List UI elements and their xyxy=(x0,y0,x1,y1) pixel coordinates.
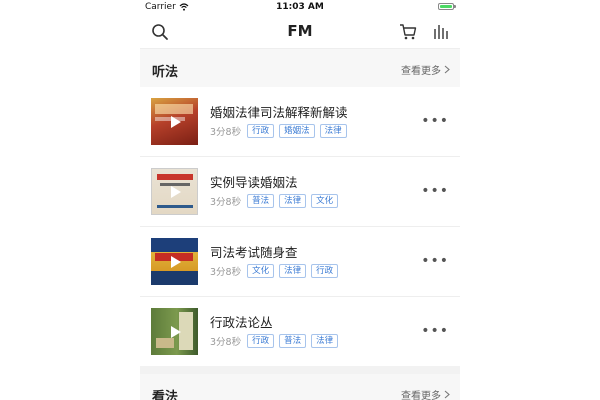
tag[interactable]: 行政 xyxy=(311,264,339,278)
tag[interactable]: 普法 xyxy=(279,334,307,348)
item-title: 实例导读婚姻法 xyxy=(210,175,298,190)
tag[interactable]: 法律 xyxy=(311,334,339,348)
duration-label: 3分8秒 xyxy=(210,337,242,348)
battery-icon xyxy=(438,3,456,10)
item-meta: 3分8秒 行政 婚姻法 法律 xyxy=(210,124,347,138)
list-item[interactable]: 婚姻法律司法解释新解读 3分8秒 行政 婚姻法 法律 ••• xyxy=(140,87,460,157)
more-options-icon[interactable]: ••• xyxy=(421,184,449,198)
view-more-label: 查看更多 xyxy=(401,391,441,400)
section-divider xyxy=(140,366,460,374)
chevron-right-icon xyxy=(444,390,450,399)
status-bar: Carrier 11:03 AM xyxy=(140,0,460,14)
book-cover-image[interactable] xyxy=(151,168,198,215)
tag[interactable]: 法律 xyxy=(279,194,307,208)
more-options-icon[interactable]: ••• xyxy=(421,114,449,128)
item-meta: 3分8秒 普法 法律 文化 xyxy=(210,194,339,208)
play-icon xyxy=(170,255,181,268)
more-options-icon[interactable]: ••• xyxy=(421,324,449,338)
duration-label: 3分8秒 xyxy=(210,127,242,138)
section-title: 听法 xyxy=(152,65,179,80)
phone-screen: Carrier 11:03 AM FM 听法 查看更多 婚姻法律司法解释新解读 … xyxy=(140,0,460,400)
section-header-view: 看法 查看更多 xyxy=(140,374,460,400)
item-title: 司法考试随身查 xyxy=(210,245,298,260)
view-more-link[interactable]: 查看更多 xyxy=(401,62,450,77)
bar-chart-icon[interactable] xyxy=(432,23,450,41)
more-options-icon[interactable]: ••• xyxy=(421,254,449,268)
item-meta: 3分8秒 文化 法律 行政 xyxy=(210,264,339,278)
list-item[interactable]: 司法考试随身查 3分8秒 文化 法律 行政 ••• xyxy=(140,227,460,297)
list-item[interactable]: 实例导读婚姻法 3分8秒 普法 法律 文化 ••• xyxy=(140,157,460,227)
duration-label: 3分8秒 xyxy=(210,197,242,208)
list-item[interactable]: 行政法论丛 3分8秒 行政 普法 法律 ••• xyxy=(140,297,460,366)
tag[interactable]: 法律 xyxy=(319,124,347,138)
tag[interactable]: 婚姻法 xyxy=(279,124,315,138)
tag[interactable]: 文化 xyxy=(311,194,339,208)
status-time: 11:03 AM xyxy=(276,2,324,12)
tag[interactable]: 行政 xyxy=(247,124,275,138)
play-icon xyxy=(170,115,181,128)
item-title: 行政法论丛 xyxy=(210,315,273,330)
book-cover-image[interactable] xyxy=(151,308,198,355)
tag[interactable]: 行政 xyxy=(247,334,275,348)
section-header-listen: 听法 查看更多 xyxy=(140,49,460,87)
duration-label: 3分8秒 xyxy=(210,267,242,278)
view-more-label: 查看更多 xyxy=(401,66,441,77)
view-more-link[interactable]: 查看更多 xyxy=(401,387,450,400)
item-title: 婚姻法律司法解释新解读 xyxy=(210,105,348,120)
play-icon xyxy=(170,185,181,198)
tag[interactable]: 文化 xyxy=(247,264,275,278)
item-meta: 3分8秒 行政 普法 法律 xyxy=(210,334,339,348)
book-cover-image[interactable] xyxy=(151,98,198,145)
tag[interactable]: 普法 xyxy=(247,194,275,208)
cart-icon[interactable] xyxy=(399,23,417,41)
book-cover-image[interactable] xyxy=(151,238,198,285)
chevron-right-icon xyxy=(444,65,450,74)
audio-list: 婚姻法律司法解释新解读 3分8秒 行政 婚姻法 法律 ••• 实例导读婚姻法 3… xyxy=(140,87,460,366)
play-icon xyxy=(170,325,181,338)
nav-bar: FM xyxy=(140,14,460,49)
section-title: 看法 xyxy=(152,390,179,400)
tag[interactable]: 法律 xyxy=(279,264,307,278)
